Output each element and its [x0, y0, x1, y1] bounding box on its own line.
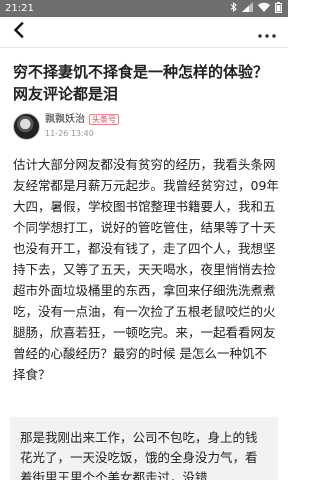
chevron-left-icon [13, 21, 25, 42]
article-body: 估计大部分网友都没有贫穷的经历，我看头条网友经常都是月薪万元起步。我曾经贫穷过，… [13, 157, 279, 382]
back-button[interactable] [8, 21, 30, 43]
signal-icon [242, 2, 253, 15]
status-bar: 21:21 [0, 0, 288, 17]
battery-icon [275, 1, 282, 16]
avatar[interactable] [13, 112, 40, 140]
author-name[interactable]: 飘飘妖治 [45, 113, 85, 126]
author-badge: 头条号 [89, 113, 119, 125]
author-line: 飘飘妖治 头条号 [45, 113, 119, 126]
nav-bar [0, 17, 288, 48]
status-icons [230, 1, 282, 16]
comment-text: 那是我刚出来工作，公司不包吃，身上的钱花光了，一天没吃饭，饿的全身没力气，看着街… [20, 430, 258, 480]
status-time: 21:21 [5, 3, 34, 14]
comment-card[interactable]: 那是我刚出来工作，公司不包吃，身上的钱花光了，一天没吃饭，饿的全身没力气，看着街… [10, 417, 278, 480]
author-row[interactable]: 飘飘妖治 头条号 11-26 13:40 [13, 111, 275, 141]
author-info: 飘飘妖治 头条号 11-26 13:40 [45, 113, 119, 140]
more-dots-icon [258, 23, 276, 42]
more-button[interactable] [254, 21, 280, 43]
wifi-icon [258, 2, 270, 15]
publish-time: 11-26 13:40 [45, 128, 94, 138]
bluetooth-icon [230, 1, 237, 15]
article-title: 穷不择妻饥不择食是一种怎样的体验？网友评论都是泪 [13, 63, 269, 103]
